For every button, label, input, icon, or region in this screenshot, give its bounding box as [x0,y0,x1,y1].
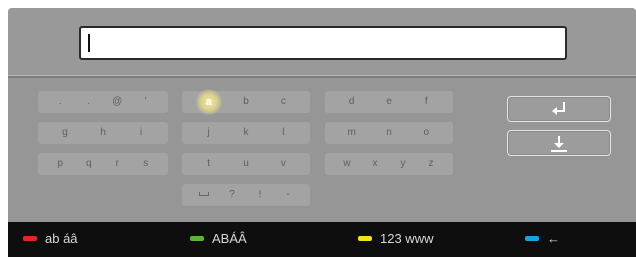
key-row-jkl: j k l [182,122,310,144]
yellow-key[interactable]: 123 www [358,231,433,246]
key-at[interactable]: @ [103,92,132,112]
blue-swatch [525,236,539,241]
key-h[interactable]: h [84,123,122,143]
keyboard-panel: . . @ ' g h i p q r s a b c j k l t u v … [8,8,636,222]
key-period-2[interactable]: . [75,92,104,112]
key-row-tuv: t u v [182,153,310,175]
key-b[interactable]: b [227,92,264,112]
key-i[interactable]: i [122,123,160,143]
key-w[interactable]: w [333,154,361,174]
key-f[interactable]: f [408,92,445,112]
key-row-def: d e f [325,91,453,113]
text-caret [88,34,90,52]
download-icon [551,136,567,152]
key-a-label: a [205,95,212,108]
key-row-symbols: ? ! - [182,184,310,206]
key-hyphen[interactable]: - [274,185,302,205]
key-period[interactable]: . [46,92,75,112]
key-row-wxyz: w x y z [325,153,453,175]
text-input[interactable] [79,26,567,60]
green-key-label: ABÁÂ [212,231,247,246]
red-key-label: ab áâ [45,231,78,246]
divider [8,76,636,78]
enter-button[interactable] [507,96,611,122]
key-row-ghi: g h i [38,122,168,144]
key-g[interactable]: g [46,123,84,143]
key-u[interactable]: u [227,154,264,174]
key-t[interactable]: t [190,154,227,174]
key-r[interactable]: r [103,154,132,174]
key-c[interactable]: c [265,92,302,112]
key-e[interactable]: e [370,92,407,112]
enter-icon [552,102,565,115]
key-space[interactable] [190,185,218,205]
key-q[interactable]: q [75,154,104,174]
key-x[interactable]: x [361,154,389,174]
input-area [8,8,636,76]
red-key[interactable]: ab áâ [23,231,78,246]
green-key[interactable]: ABÁÂ [190,231,247,246]
key-n[interactable]: n [370,123,407,143]
key-o[interactable]: o [408,123,445,143]
key-y[interactable]: y [389,154,417,174]
space-icon [199,192,209,197]
yellow-swatch [358,236,372,241]
key-m[interactable]: m [333,123,370,143]
key-s[interactable]: s [132,154,161,174]
key-row-pqrs: p q r s [38,153,168,175]
key-a[interactable]: a [190,89,227,115]
key-row-mno: m n o [325,122,453,144]
key-row-punct: . . @ ' [38,91,168,113]
key-apostrophe[interactable]: ' [132,92,161,112]
backspace-label: ← [547,231,560,246]
key-l[interactable]: l [265,123,302,143]
key-z[interactable]: z [417,154,445,174]
download-button[interactable] [507,130,611,156]
key-question[interactable]: ? [218,185,246,205]
key-d[interactable]: d [333,92,370,112]
key-k[interactable]: k [227,123,264,143]
key-p[interactable]: p [46,154,75,174]
green-swatch [190,236,204,241]
key-exclamation[interactable]: ! [246,185,274,205]
yellow-key-label: 123 www [380,231,434,246]
key-j[interactable]: j [190,123,227,143]
key-v[interactable]: v [265,154,302,174]
key-row-abc: a b c [182,89,310,115]
color-key-bar: ab áâ ABÁÂ 123 www ← [8,222,636,257]
blue-key[interactable]: ← [525,231,560,246]
red-swatch [23,236,37,241]
